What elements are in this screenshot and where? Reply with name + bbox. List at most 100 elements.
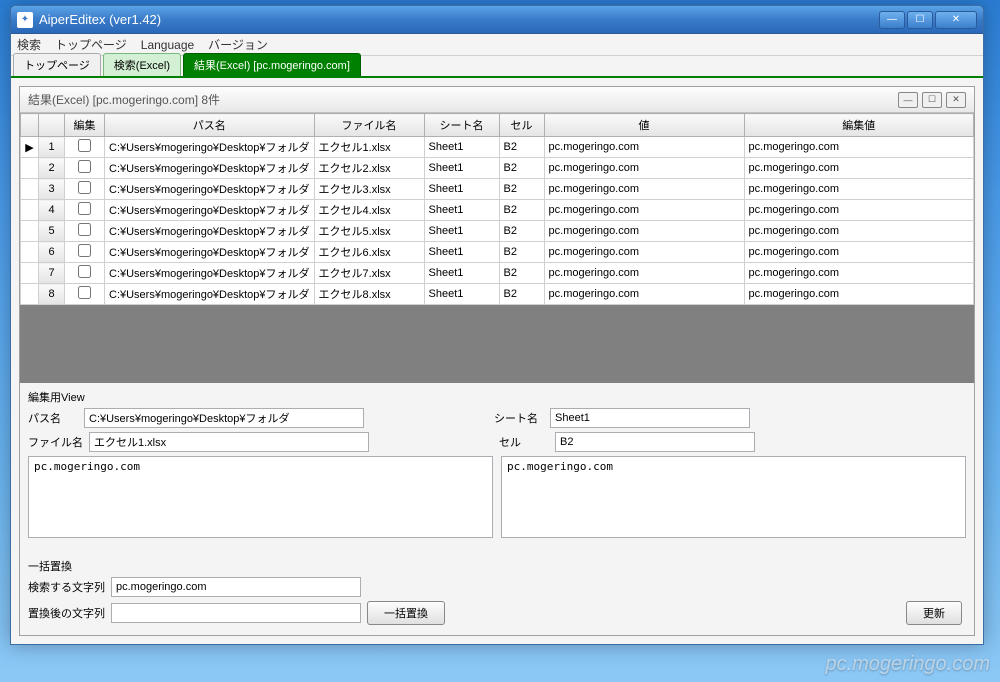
file-field[interactable] bbox=[89, 432, 369, 452]
cell-value[interactable]: pc.mogeringo.com bbox=[544, 221, 744, 242]
menu-version[interactable]: バージョン bbox=[208, 36, 268, 53]
file-label: ファイル名 bbox=[28, 434, 83, 450]
edit-checkbox[interactable] bbox=[78, 139, 91, 152]
cell-sheet[interactable]: Sheet1 bbox=[424, 263, 499, 284]
panel-close-button[interactable]: ✕ bbox=[946, 92, 966, 108]
col-path[interactable]: パス名 bbox=[105, 114, 315, 137]
cell-value[interactable]: pc.mogeringo.com bbox=[544, 179, 744, 200]
cell-path[interactable]: C:¥Users¥mogeringo¥Desktop¥フォルダ bbox=[105, 200, 315, 221]
table-row[interactable]: 7C:¥Users¥mogeringo¥Desktop¥フォルダエクセル7.xl… bbox=[21, 263, 974, 284]
cell-filename[interactable]: エクセル3.xlsx bbox=[314, 179, 424, 200]
update-button[interactable]: 更新 bbox=[906, 601, 962, 625]
row-indicator-icon: ▶ bbox=[21, 137, 39, 158]
close-button[interactable]: ✕ bbox=[935, 11, 977, 29]
table-row[interactable]: 3C:¥Users¥mogeringo¥Desktop¥フォルダエクセル3.xl… bbox=[21, 179, 974, 200]
menu-search[interactable]: 検索 bbox=[17, 36, 41, 53]
cell-cell[interactable]: B2 bbox=[499, 137, 544, 158]
col-cell[interactable]: セル bbox=[499, 114, 544, 137]
cell-filename[interactable]: エクセル8.xlsx bbox=[314, 284, 424, 305]
cell-value[interactable]: pc.mogeringo.com bbox=[544, 200, 744, 221]
cell-cell[interactable]: B2 bbox=[499, 200, 544, 221]
tab-toppage[interactable]: トップページ bbox=[13, 53, 101, 76]
cell-sheet[interactable]: Sheet1 bbox=[424, 200, 499, 221]
cell-sheet[interactable]: Sheet1 bbox=[424, 137, 499, 158]
table-row[interactable]: 2C:¥Users¥mogeringo¥Desktop¥フォルダエクセル2.xl… bbox=[21, 158, 974, 179]
cell-cell[interactable]: B2 bbox=[499, 158, 544, 179]
table-row[interactable]: 6C:¥Users¥mogeringo¥Desktop¥フォルダエクセル6.xl… bbox=[21, 242, 974, 263]
col-filename[interactable]: ファイル名 bbox=[314, 114, 424, 137]
table-row[interactable]: ▶1C:¥Users¥mogeringo¥Desktop¥フォルダエクセル1.x… bbox=[21, 137, 974, 158]
cell-path[interactable]: C:¥Users¥mogeringo¥Desktop¥フォルダ bbox=[105, 137, 315, 158]
cell-sheet[interactable]: Sheet1 bbox=[424, 221, 499, 242]
row-indicator-icon bbox=[21, 263, 39, 284]
edit-checkbox[interactable] bbox=[78, 286, 91, 299]
cell-editvalue[interactable]: pc.mogeringo.com bbox=[744, 200, 973, 221]
cell-filename[interactable]: エクセル2.xlsx bbox=[314, 158, 424, 179]
edit-checkbox[interactable] bbox=[78, 244, 91, 257]
cell-editvalue[interactable]: pc.mogeringo.com bbox=[744, 137, 973, 158]
cell-editvalue[interactable]: pc.mogeringo.com bbox=[744, 242, 973, 263]
edit-checkbox[interactable] bbox=[78, 265, 91, 278]
cell-value[interactable]: pc.mogeringo.com bbox=[544, 263, 744, 284]
cell-cell[interactable]: B2 bbox=[499, 284, 544, 305]
table-row[interactable]: 5C:¥Users¥mogeringo¥Desktop¥フォルダエクセル5.xl… bbox=[21, 221, 974, 242]
search-string-field[interactable] bbox=[111, 577, 361, 597]
cell-value[interactable]: pc.mogeringo.com bbox=[544, 242, 744, 263]
tab-result-excel[interactable]: 結果(Excel) [pc.mogeringo.com] bbox=[183, 53, 361, 76]
col-sheet[interactable]: シート名 bbox=[424, 114, 499, 137]
cell-value[interactable]: pc.mogeringo.com bbox=[544, 158, 744, 179]
table-row[interactable]: 8C:¥Users¥mogeringo¥Desktop¥フォルダエクセル8.xl… bbox=[21, 284, 974, 305]
cell-filename[interactable]: エクセル7.xlsx bbox=[314, 263, 424, 284]
cell-value[interactable]: pc.mogeringo.com bbox=[544, 284, 744, 305]
table-row[interactable]: 4C:¥Users¥mogeringo¥Desktop¥フォルダエクセル4.xl… bbox=[21, 200, 974, 221]
editor-area: 編集用View パス名 シート名 ファイル名 bbox=[20, 383, 974, 552]
col-edit[interactable]: 編集 bbox=[65, 114, 105, 137]
menu-toppage[interactable]: トップページ bbox=[55, 36, 127, 53]
editvalue-textarea[interactable] bbox=[501, 456, 966, 538]
after-string-field[interactable] bbox=[111, 603, 361, 623]
edit-checkbox[interactable] bbox=[78, 160, 91, 173]
col-editvalue[interactable]: 編集値 bbox=[744, 114, 973, 137]
cell-editvalue[interactable]: pc.mogeringo.com bbox=[744, 284, 973, 305]
panel-maximize-button[interactable]: ☐ bbox=[922, 92, 942, 108]
cell-editvalue[interactable]: pc.mogeringo.com bbox=[744, 158, 973, 179]
panel-minimize-button[interactable]: — bbox=[898, 92, 918, 108]
value-textarea[interactable] bbox=[28, 456, 493, 538]
cell-cell[interactable]: B2 bbox=[499, 179, 544, 200]
maximize-button[interactable]: ☐ bbox=[907, 11, 933, 29]
cell-cell[interactable]: B2 bbox=[499, 242, 544, 263]
cell-filename[interactable]: エクセル6.xlsx bbox=[314, 242, 424, 263]
sheet-field[interactable] bbox=[550, 408, 750, 428]
edit-checkbox[interactable] bbox=[78, 202, 91, 215]
cell-cell[interactable]: B2 bbox=[499, 263, 544, 284]
tab-search-excel[interactable]: 検索(Excel) bbox=[103, 53, 181, 76]
menu-language[interactable]: Language bbox=[141, 38, 194, 52]
cell-filename[interactable]: エクセル5.xlsx bbox=[314, 221, 424, 242]
cell-path[interactable]: C:¥Users¥mogeringo¥Desktop¥フォルダ bbox=[105, 284, 315, 305]
cell-editvalue[interactable]: pc.mogeringo.com bbox=[744, 221, 973, 242]
cell-sheet[interactable]: Sheet1 bbox=[424, 284, 499, 305]
cell-path[interactable]: C:¥Users¥mogeringo¥Desktop¥フォルダ bbox=[105, 263, 315, 284]
cell-sheet[interactable]: Sheet1 bbox=[424, 242, 499, 263]
minimize-button[interactable]: — bbox=[879, 11, 905, 29]
cell-path[interactable]: C:¥Users¥mogeringo¥Desktop¥フォルダ bbox=[105, 242, 315, 263]
col-value[interactable]: 値 bbox=[544, 114, 744, 137]
replace-all-button[interactable]: 一括置換 bbox=[367, 601, 445, 625]
cell-sheet[interactable]: Sheet1 bbox=[424, 158, 499, 179]
cell-sheet[interactable]: Sheet1 bbox=[424, 179, 499, 200]
result-grid[interactable]: 編集 パス名 ファイル名 シート名 セル 値 編集値 ▶1C:¥Users¥mo… bbox=[20, 113, 974, 305]
cell-path[interactable]: C:¥Users¥mogeringo¥Desktop¥フォルダ bbox=[105, 158, 315, 179]
titlebar[interactable]: ✦ AiperEditex (ver1.42) — ☐ ✕ bbox=[11, 6, 983, 34]
path-field[interactable] bbox=[84, 408, 364, 428]
cell-filename[interactable]: エクセル1.xlsx bbox=[314, 137, 424, 158]
cell-path[interactable]: C:¥Users¥mogeringo¥Desktop¥フォルダ bbox=[105, 179, 315, 200]
cell-field[interactable] bbox=[555, 432, 755, 452]
cell-editvalue[interactable]: pc.mogeringo.com bbox=[744, 179, 973, 200]
cell-filename[interactable]: エクセル4.xlsx bbox=[314, 200, 424, 221]
edit-checkbox[interactable] bbox=[78, 223, 91, 236]
cell-path[interactable]: C:¥Users¥mogeringo¥Desktop¥フォルダ bbox=[105, 221, 315, 242]
cell-editvalue[interactable]: pc.mogeringo.com bbox=[744, 263, 973, 284]
cell-value[interactable]: pc.mogeringo.com bbox=[544, 137, 744, 158]
edit-checkbox[interactable] bbox=[78, 181, 91, 194]
cell-cell[interactable]: B2 bbox=[499, 221, 544, 242]
